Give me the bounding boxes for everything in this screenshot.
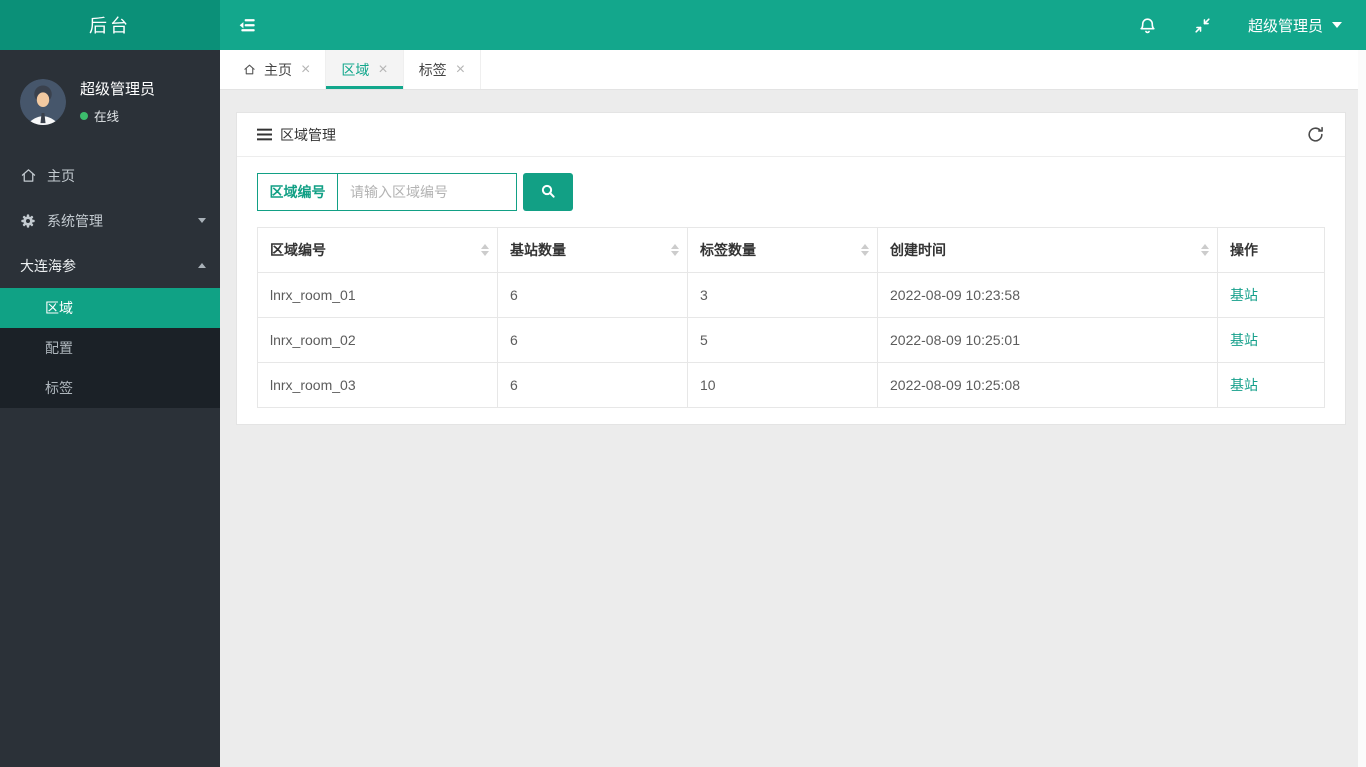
table-row: lnrx_room_01 6 3 2022-08-09 10:23:58 基站 — [257, 272, 1325, 318]
sidebar-submenu: 区域 配置 标签 — [0, 288, 220, 408]
search-button[interactable] — [523, 173, 573, 211]
panel-header: 区域管理 — [237, 113, 1345, 157]
online-status-icon — [80, 111, 88, 120]
tab-label: 主页 — [264, 61, 292, 78]
cell-area-id: lnrx_room_02 — [257, 317, 498, 363]
table-header-row: 区域编号 基站数量 标签数量 创建时间 操作 — [257, 227, 1325, 273]
user-menu-label: 超级管理员 — [1247, 17, 1323, 35]
area-table: 区域编号 基站数量 标签数量 创建时间 操作 lnrx_room_01 6 3 … — [257, 227, 1325, 408]
cell-area-id: lnrx_room_01 — [257, 272, 498, 318]
sidebar-subitem-tag[interactable]: 标签 — [0, 368, 220, 408]
sidebar-menu: 主页 系统管理 大连海参 区域 配置 标签 — [0, 153, 220, 408]
column-header-area-id[interactable]: 区域编号 — [257, 227, 498, 273]
sidebar-item-label: 主页 — [47, 167, 75, 184]
sort-icon[interactable] — [481, 244, 489, 256]
sidebar-user-name: 超级管理员 — [80, 81, 156, 98]
cell-area-id: lnrx_room_03 — [257, 362, 498, 408]
fullscreen-compress-icon[interactable] — [1193, 16, 1212, 35]
cell-created-at: 2022-08-09 10:25:08 — [877, 362, 1218, 408]
table-row: lnrx_room_02 6 5 2022-08-09 10:25:01 基站 — [257, 317, 1325, 363]
refresh-icon[interactable] — [1306, 125, 1325, 144]
column-label: 标签数量 — [700, 242, 756, 258]
area-management-panel: 区域管理 区域编号 请输入区域编号 区域编号 基站数量 标签数量 创建时间 操作… — [236, 112, 1346, 425]
avatar[interactable] — [20, 78, 66, 125]
cell-created-at: 2022-08-09 10:25:01 — [877, 317, 1218, 363]
column-header-station-count[interactable]: 基站数量 — [497, 227, 688, 273]
table-row: lnrx_room_03 6 10 2022-08-09 10:25:08 基站 — [257, 362, 1325, 408]
column-header-created-at[interactable]: 创建时间 — [877, 227, 1218, 273]
column-header-tag-count[interactable]: 标签数量 — [687, 227, 878, 273]
tab-area[interactable]: 区域 × — [326, 50, 404, 89]
area-id-search-input[interactable] — [338, 174, 516, 210]
sidebar-subitem-config[interactable]: 配置 — [0, 328, 220, 368]
sort-icon[interactable] — [861, 244, 869, 256]
tab-label: 标签 — [418, 61, 447, 78]
content-body: 区域管理 区域编号 请输入区域编号 区域编号 基站数量 标签数量 创建时间 操作… — [220, 90, 1366, 767]
sort-icon[interactable] — [1201, 244, 1209, 256]
tab-tag[interactable]: 标签 × — [404, 50, 482, 89]
sidebar: 超级管理员 在线 主页 系统管理 大连海参 区域 配置 标签 — [0, 50, 220, 767]
list-menu-icon — [257, 128, 272, 141]
top-bar-actions: 超级管理员 — [1138, 15, 1342, 36]
cell-station-count: 6 — [497, 362, 688, 408]
panel-title: 区域管理 — [280, 126, 336, 143]
sidebar-toggle-icon[interactable] — [238, 15, 258, 35]
top-bar: 后台 超级管理员 — [0, 0, 1366, 50]
search-row: 区域编号 — [257, 173, 1325, 211]
sidebar-item-label: 系统管理 — [47, 212, 103, 229]
sidebar-subitem-label: 标签 — [45, 380, 73, 396]
column-label: 创建时间 — [890, 242, 946, 258]
notification-bell-icon[interactable] — [1138, 16, 1157, 35]
user-menu[interactable]: 超级管理员 — [1248, 15, 1342, 36]
caret-down-icon — [1332, 22, 1342, 28]
close-icon[interactable]: × — [456, 61, 465, 78]
cell-created-at: 2022-08-09 10:23:58 — [877, 272, 1218, 318]
gear-icon — [20, 212, 38, 230]
cell-tag-count: 10 — [687, 362, 878, 408]
column-label: 基站数量 — [510, 242, 566, 258]
sidebar-subitem-label: 区域 — [45, 300, 73, 316]
sidebar-user-status: 在线 — [80, 106, 155, 125]
caret-down-icon — [198, 218, 206, 223]
column-label: 区域编号 — [270, 242, 326, 258]
sidebar-user-info: 超级管理员 在线 — [80, 78, 155, 125]
sort-icon[interactable] — [671, 244, 679, 256]
home-icon — [20, 167, 38, 185]
search-icon — [540, 183, 556, 202]
search-field-label: 区域编号 — [258, 174, 338, 210]
sidebar-item-label: 大连海参 — [20, 257, 76, 274]
close-icon[interactable]: × — [378, 61, 387, 78]
sidebar-user-panel: 超级管理员 在线 — [0, 50, 220, 141]
home-icon — [243, 63, 256, 76]
base-station-link[interactable]: 基站 — [1230, 287, 1258, 303]
sidebar-item-home[interactable]: 主页 — [0, 153, 220, 198]
tab-label: 区域 — [341, 61, 370, 78]
sidebar-item-system-management[interactable]: 系统管理 — [0, 198, 220, 243]
main-area: 主页 × 区域 × 标签 × 区域管理 区域编号 请输入区域编号 区域编号 基站… — [220, 50, 1366, 767]
column-label: 操作 — [1230, 242, 1258, 258]
sidebar-subitem-area[interactable]: 区域 — [0, 288, 220, 328]
brand-title: 后台 — [0, 0, 220, 50]
base-station-link[interactable]: 基站 — [1230, 332, 1258, 348]
cell-station-count: 6 — [497, 317, 688, 363]
close-icon[interactable]: × — [301, 61, 310, 78]
search-input-group: 区域编号 — [257, 173, 517, 211]
panel-body: 区域编号 请输入区域编号 区域编号 基站数量 标签数量 创建时间 操作 lnrx… — [237, 157, 1345, 424]
tab-home[interactable]: 主页 × — [228, 50, 327, 89]
scrollbar-track[interactable] — [1358, 50, 1366, 767]
tab-bar: 主页 × 区域 × 标签 × — [220, 50, 1366, 90]
online-status-label: 在线 — [94, 110, 120, 124]
caret-up-icon — [198, 263, 206, 268]
top-bar-main: 超级管理员 — [220, 0, 1366, 50]
cell-tag-count: 3 — [687, 272, 878, 318]
sidebar-item-dalian-haishen[interactable]: 大连海参 — [0, 243, 220, 288]
cell-tag-count: 5 — [687, 317, 878, 363]
sidebar-subitem-label: 配置 — [45, 340, 73, 356]
column-header-actions: 操作 — [1217, 227, 1325, 273]
base-station-link[interactable]: 基站 — [1230, 377, 1258, 393]
cell-station-count: 6 — [497, 272, 688, 318]
user-avatar-illustration — [20, 78, 66, 125]
